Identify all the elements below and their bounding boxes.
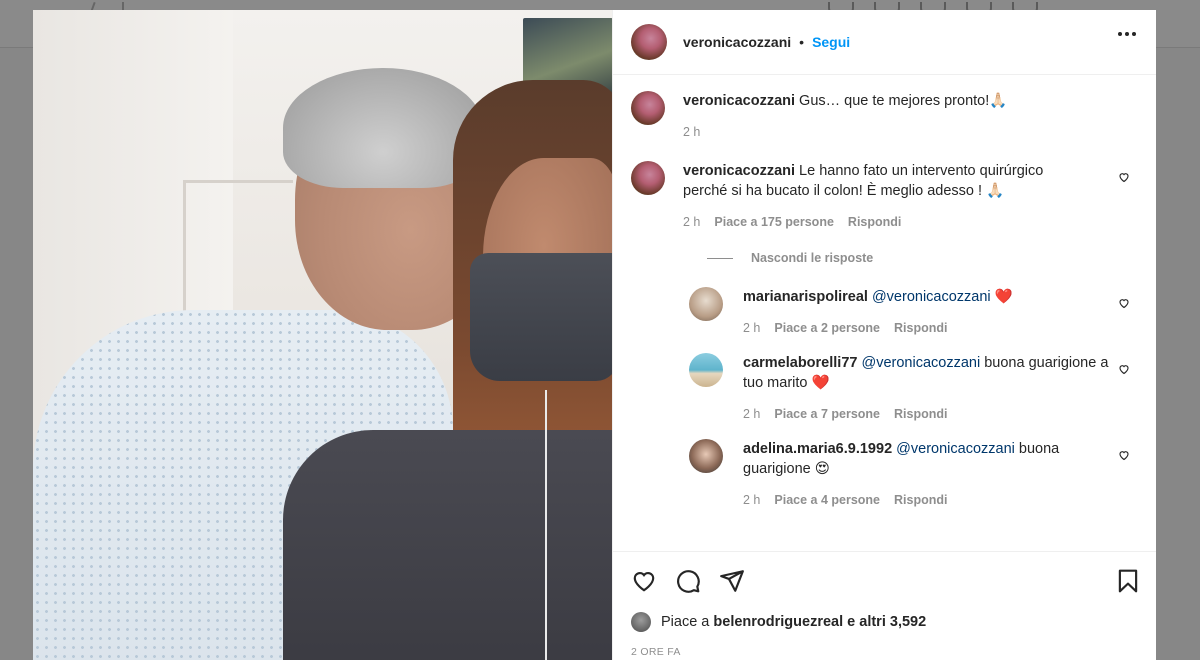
photo-jacket [283,430,612,660]
post-photo[interactable] [33,10,612,660]
heart-icon[interactable] [1118,171,1130,183]
comment-avatar[interactable] [631,91,665,125]
comment-time[interactable]: 2 h [683,215,700,229]
likes-prefix: Piace a [661,614,710,630]
reply-time[interactable]: 2 h [743,493,760,507]
reply-body: carmelaborelli77 @veronicacozzani buona … [743,353,1115,421]
more-dot [1132,32,1136,36]
reply-mention[interactable]: @veronicacozzani [872,289,991,305]
post-side-panel: veronicacozzani • Segui veronicacozzani … [612,10,1156,660]
hide-replies-button[interactable]: Nascondi le risposte [707,251,1138,265]
reply-username[interactable]: carmelaborelli77 [743,355,857,371]
comment-content: Gus… que te mejores pronto!🙏🏻 [799,93,1008,109]
hide-replies-line [707,257,733,259]
comment-avatar[interactable] [631,161,665,195]
reply-text: marianarispolireal @veronicacozzani ❤️ [743,287,1115,307]
liker-username[interactable]: belenrodriguezreal [713,614,843,630]
reply-button[interactable]: Rispondi [894,407,947,421]
reply-username[interactable]: marianarispolireal [743,289,868,305]
reply-likes[interactable]: Piace a 7 persone [774,407,880,421]
caption-comment: veronicacozzani Gus… que te mejores pron… [631,91,1138,139]
heart-icon[interactable] [631,568,657,594]
reply-mention[interactable]: @veronicacozzani [862,355,981,371]
reply-button[interactable]: Rispondi [894,321,947,335]
more-dot [1118,32,1122,36]
reply-button[interactable]: Rispondi [848,215,901,229]
comment-icon[interactable] [675,568,701,594]
reply-item: carmelaborelli77 @veronicacozzani buona … [689,353,1138,421]
likes-suffix[interactable]: e altri 3,592 [847,614,926,630]
post-timestamp[interactable]: 2 ORE FA [631,646,1141,658]
comment-text: veronicacozzani Le hanno fato un interve… [683,161,1083,201]
comment-text: veronicacozzani Gus… que te mejores pron… [683,91,1083,111]
likes-summary: Piace a belenrodriguezreal e altri 3,592 [631,612,1141,632]
comment-username[interactable]: veronicacozzani [683,163,795,179]
photo-face-mask [470,253,612,381]
reply-avatar[interactable] [689,287,723,321]
reply-item: adelina.maria6.9.1992 @veronicacozzani b… [689,439,1138,507]
post-modal: veronicacozzani • Segui veronicacozzani … [33,10,1156,660]
reply-time[interactable]: 2 h [743,407,760,421]
reply-meta: 2 h Piace a 2 persone Rispondi [743,321,1115,335]
reply-button[interactable]: Rispondi [894,493,947,507]
comment-meta: 2 h Piace a 175 persone Rispondi [683,215,1083,229]
photo-earphone-cable [545,390,547,660]
comment-time[interactable]: 2 h [683,125,700,139]
follow-button[interactable]: Segui [812,34,850,50]
post-header: veronicacozzani • Segui [613,10,1156,75]
action-icons-row [631,566,1141,596]
reply-meta: 2 h Piace a 4 persone Rispondi [743,493,1115,507]
author-username[interactable]: veronicacozzani [683,34,791,50]
comments-list: veronicacozzani Gus… que te mejores pron… [613,75,1156,551]
reply-text: carmelaborelli77 @veronicacozzani buona … [743,353,1115,393]
reply-meta: 2 h Piace a 7 persone Rispondi [743,407,1115,421]
hide-replies-label: Nascondi le risposte [751,251,874,265]
heart-icon[interactable] [1118,449,1130,461]
reply-likes[interactable]: Piace a 2 persone [774,321,880,335]
reply-username[interactable]: adelina.maria6.9.1992 [743,441,892,457]
comment-body: veronicacozzani Le hanno fato un interve… [683,161,1083,229]
share-icon[interactable] [719,568,745,594]
heart-icon[interactable] [1118,297,1130,309]
reply-text: adelina.maria6.9.1992 @veronicacozzani b… [743,439,1115,479]
reply-item: marianarispolireal @veronicacozzani ❤️ 2… [689,287,1138,335]
author-avatar[interactable] [631,24,667,60]
bookmark-icon[interactable] [1115,568,1141,594]
more-dot [1125,32,1129,36]
liker-avatar[interactable] [631,612,651,632]
reply-avatar[interactable] [689,353,723,387]
reply-time[interactable]: 2 h [743,321,760,335]
separator-dot: • [799,34,805,50]
post-actions: Piace a belenrodriguezreal e altri 3,592… [613,551,1156,658]
reply-avatar[interactable] [689,439,723,473]
comment-likes[interactable]: Piace a 175 persone [714,215,834,229]
comment-username[interactable]: veronicacozzani [683,93,795,109]
reply-likes[interactable]: Piace a 4 persone [774,493,880,507]
reply-content: ❤️ [994,289,1013,305]
reply-body: marianarispolireal @veronicacozzani ❤️ 2… [743,287,1115,335]
more-options-icon[interactable] [1118,32,1136,36]
reply-mention[interactable]: @veronicacozzani [896,441,1015,457]
reply-body: adelina.maria6.9.1992 @veronicacozzani b… [743,439,1115,507]
comment-meta: 2 h [683,125,1083,139]
comment-item: veronicacozzani Le hanno fato un interve… [631,161,1138,229]
heart-icon[interactable] [1118,363,1130,375]
comment-body: veronicacozzani Gus… que te mejores pron… [683,91,1083,139]
